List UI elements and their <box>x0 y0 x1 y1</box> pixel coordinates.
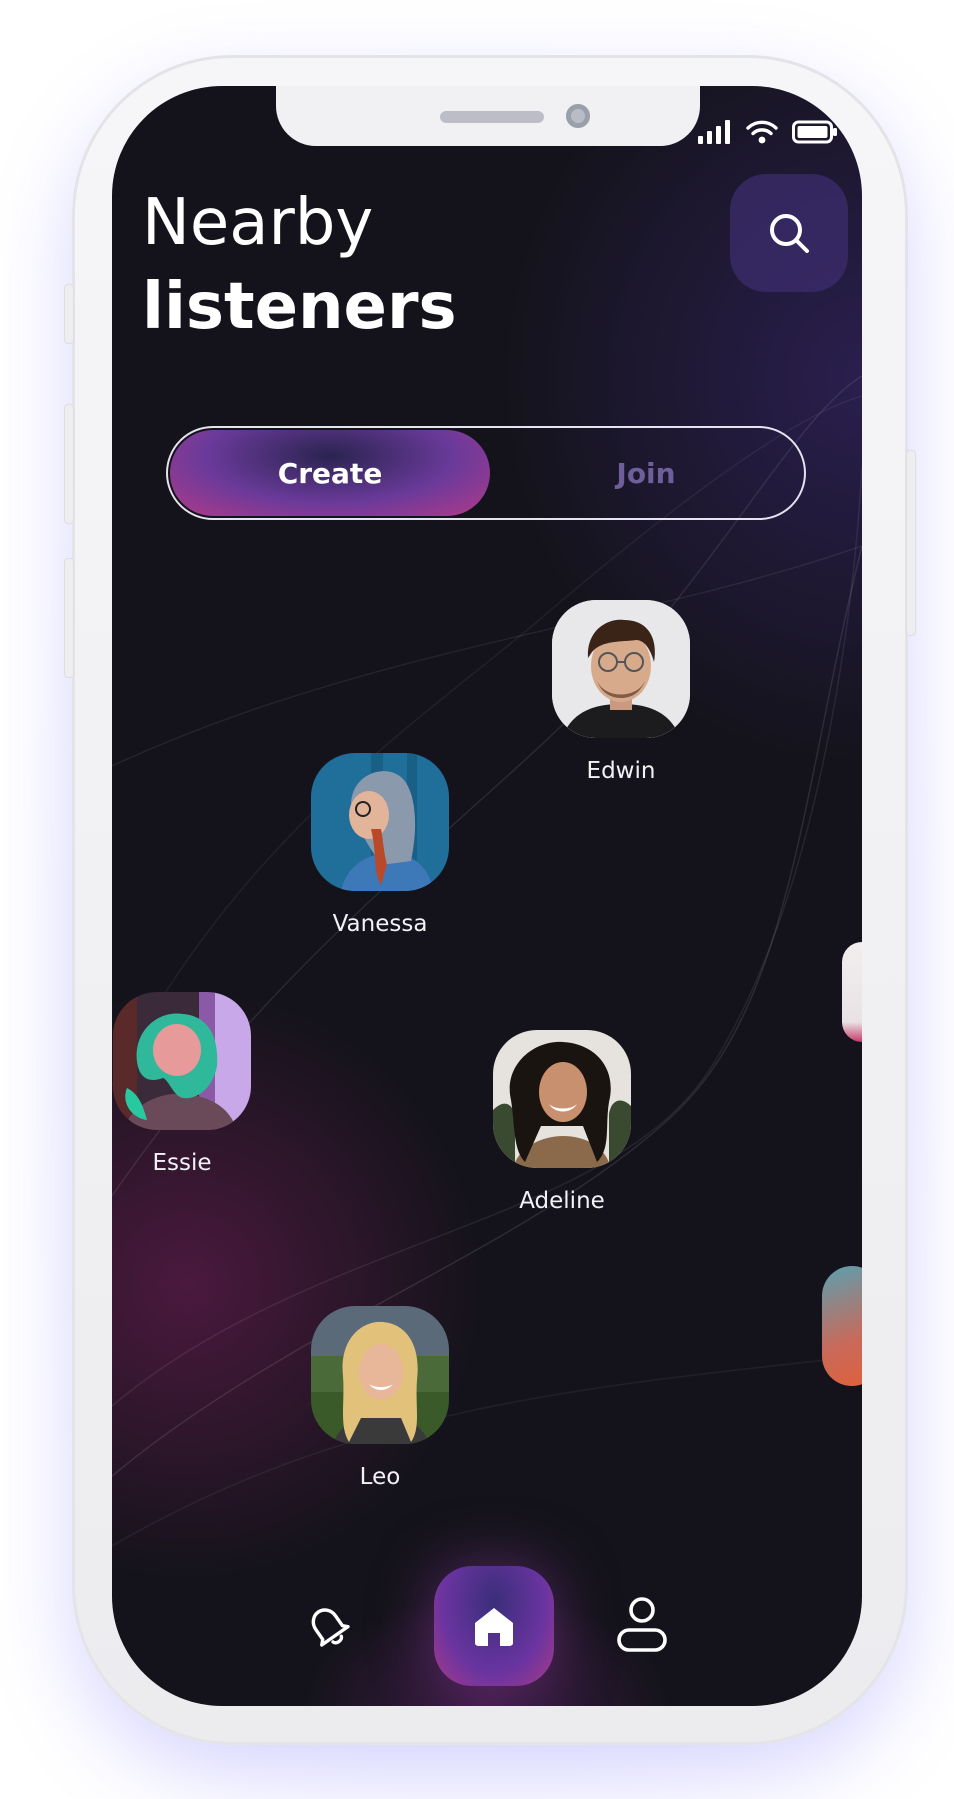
listener-card[interactable]: Essie <box>112 992 252 1176</box>
join-tab[interactable]: Join <box>488 428 804 518</box>
home-icon <box>475 1608 513 1646</box>
listener-card[interactable]: Vanessa <box>310 753 450 937</box>
listener-card[interactable]: Adeline <box>492 1030 632 1214</box>
front-camera <box>566 104 590 128</box>
speaker-grille <box>440 111 544 123</box>
volume-down-button <box>64 558 74 678</box>
bell-icon <box>311 1608 350 1647</box>
volume-up-button <box>64 404 74 524</box>
listener-name: Vanessa <box>332 911 428 937</box>
app-screen: Nearby listeners Create Join Edwin Vanes… <box>112 86 862 1706</box>
create-tab[interactable]: Create <box>170 430 490 516</box>
profile-button[interactable] <box>612 1592 672 1656</box>
create-join-toggle: Create Join <box>166 426 806 520</box>
device-mockup: Nearby listeners Create Join Edwin Vanes… <box>0 0 954 1799</box>
page-title: Nearby listeners <box>142 182 457 350</box>
profile-icon <box>617 1597 667 1652</box>
listener-name: Essie <box>152 1150 212 1176</box>
offscreen-avatar[interactable] <box>822 1266 862 1386</box>
listener-card[interactable]: Leo <box>310 1306 450 1490</box>
home-button[interactable] <box>434 1566 554 1686</box>
title-line-1: Nearby <box>142 186 374 260</box>
avatar <box>552 600 690 738</box>
cellular-signal-icon <box>698 120 730 144</box>
avatar <box>311 753 449 891</box>
silent-switch <box>64 284 74 344</box>
avatar <box>493 1030 631 1168</box>
avatar <box>311 1306 449 1444</box>
wifi-icon <box>746 120 778 144</box>
offscreen-avatar[interactable] <box>842 942 862 1042</box>
power-button <box>906 450 916 636</box>
listener-name: Edwin <box>586 758 656 784</box>
notch <box>276 86 700 146</box>
search-icon <box>770 214 809 253</box>
battery-icon <box>792 120 837 144</box>
status-bar <box>698 120 838 144</box>
notifications-button[interactable] <box>298 1596 358 1656</box>
title-line-2: listeners <box>142 270 457 344</box>
listener-card[interactable]: Edwin <box>551 600 691 784</box>
listener-name: Leo <box>359 1464 401 1490</box>
avatar <box>113 992 251 1130</box>
search-button[interactable] <box>730 174 848 292</box>
listener-name: Adeline <box>519 1188 605 1214</box>
